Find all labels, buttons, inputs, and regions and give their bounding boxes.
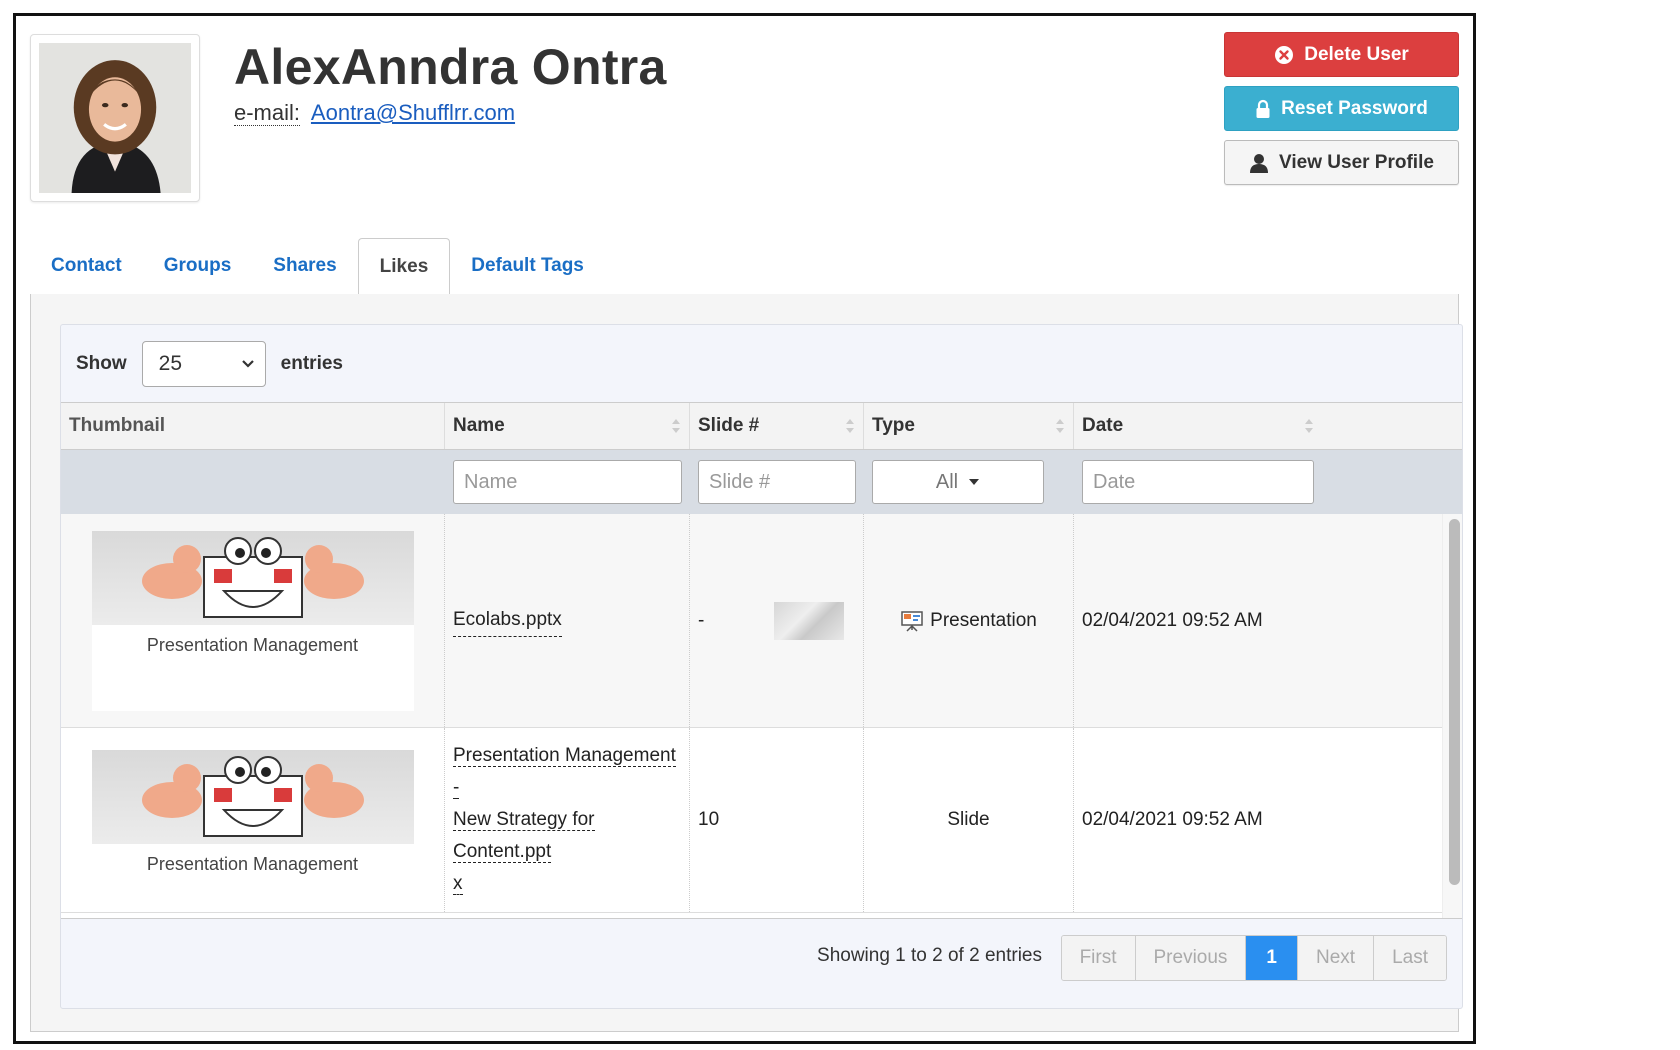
slide-preview-thumbnail[interactable] (774, 601, 845, 640)
column-header-name[interactable]: Name (445, 403, 690, 449)
profile-tabs: Contact Groups Shares Likes Default Tags (30, 238, 1459, 295)
column-header-thumbnail: Thumbnail (61, 403, 445, 449)
likes-table-wrapper: Show 25 entries Thumbnail Name Slide # T… (60, 324, 1463, 1009)
table-body: Presentation Management Ecolabs.pptx - P… (61, 514, 1462, 918)
sort-icon (1056, 419, 1064, 433)
table-header: Thumbnail Name Slide # Type Date (61, 402, 1462, 450)
column-header-label: Name (453, 415, 505, 436)
email-link[interactable]: Aontra@Shufflrr.com (311, 100, 515, 125)
type-cell: Slide (864, 728, 1074, 912)
filter-cell-slide: Slide # (690, 450, 864, 514)
file-name-line: Presentation Management - (453, 745, 676, 799)
tab-shares[interactable]: Shares (252, 237, 357, 294)
view-user-profile-label: View User Profile (1279, 151, 1434, 173)
tab-groups[interactable]: Groups (143, 237, 253, 294)
show-label: Show (76, 353, 127, 374)
vertical-scrollbar-track[interactable] (1442, 514, 1462, 918)
slide-cell: 10 (690, 728, 864, 912)
user-avatar (30, 34, 200, 202)
file-name-link[interactable]: Ecolabs.pptx (453, 604, 562, 637)
date-value: 02/04/2021 09:52 AM (1082, 609, 1263, 631)
page-size-select[interactable]: 25 (141, 341, 266, 387)
filter-cell-type: All (864, 450, 1074, 514)
reset-password-button[interactable]: Reset Password (1224, 86, 1459, 131)
caret-down-icon (969, 479, 980, 485)
name-cell: Presentation Management - New Strategy f… (445, 728, 690, 912)
mascot-image (141, 756, 364, 837)
thumbnail-image[interactable]: Presentation Management (91, 530, 414, 711)
delete-user-label: Delete User (1304, 43, 1409, 65)
page-length-control: Show 25 entries (76, 341, 343, 387)
file-name-line: x (453, 873, 463, 895)
entries-label: entries (280, 353, 343, 374)
user-detail-window: AlexAnndra Ontra e-mail: Aontra@Shufflrr… (13, 13, 1476, 1044)
mascot-image (141, 536, 364, 618)
slide-number: 10 (698, 809, 720, 830)
view-user-profile-button[interactable]: View User Profile (1224, 140, 1459, 185)
tab-likes[interactable]: Likes (357, 238, 451, 295)
type-filter-select[interactable]: All (872, 460, 1044, 504)
tab-default-tags[interactable]: Default Tags (450, 237, 605, 294)
avatar-photo (39, 43, 191, 193)
email-line: e-mail: Aontra@Shufflrr.com (234, 100, 515, 126)
page-previous-button[interactable]: Previous (1135, 936, 1247, 980)
thumbnail-image[interactable]: Presentation Management (91, 750, 414, 890)
user-icon (1250, 153, 1269, 173)
name-cell: Ecolabs.pptx (445, 514, 690, 727)
type-value: Slide (947, 809, 990, 830)
lock-icon (1256, 99, 1270, 118)
page-1-button[interactable]: 1 (1246, 936, 1298, 980)
table-row[interactable]: Presentation Management Presentation Man… (61, 728, 1462, 913)
filter-cell-thumbnail (61, 450, 445, 514)
slide-number: - (698, 609, 705, 631)
file-name-line: New Strategy for Content.ppt (453, 809, 595, 863)
page-size-value: 25 (158, 352, 183, 375)
filter-row: Name Slide # All Date (61, 450, 1462, 514)
type-cell: Presentation (864, 514, 1074, 727)
date-value: 02/04/2021 09:52 AM (1082, 809, 1263, 830)
thumbnail-caption: Presentation Management (146, 634, 359, 655)
column-header-label: Thumbnail (69, 415, 166, 436)
delete-user-button[interactable]: Delete User (1224, 32, 1459, 77)
page-next-button[interactable]: Next (1298, 936, 1375, 980)
page-first-button[interactable]: First (1061, 936, 1136, 980)
thumbnail-cell: Presentation Management (61, 728, 445, 912)
date-cell: 02/04/2021 09:52 AM (1074, 514, 1322, 727)
reset-password-label: Reset Password (1281, 97, 1428, 119)
vertical-scrollbar-thumb[interactable] (1449, 519, 1460, 885)
file-name-link[interactable]: Presentation Management - New Strategy f… (453, 740, 681, 900)
sort-icon (1305, 419, 1313, 433)
column-header-slide[interactable]: Slide # (690, 403, 864, 449)
chevron-down-icon (241, 360, 254, 368)
slide-filter-input[interactable]: Slide # (698, 460, 856, 504)
date-filter-input[interactable]: Date (1082, 460, 1314, 504)
table-info: Showing 1 to 2 of 2 entries (817, 945, 1042, 966)
filter-cell-name: Name (445, 450, 690, 514)
type-value: Presentation (930, 609, 1037, 631)
presentation-icon (901, 610, 923, 632)
filter-cell-date: Date (1074, 450, 1322, 514)
user-name-heading: AlexAnndra Ontra (234, 39, 667, 95)
likes-panel: Show 25 entries Thumbnail Name Slide # T… (30, 294, 1463, 1032)
page-last-button[interactable]: Last (1374, 936, 1446, 980)
name-filter-input[interactable]: Name (453, 460, 682, 504)
column-header-label: Slide # (698, 415, 760, 436)
date-cell: 02/04/2021 09:52 AM (1074, 728, 1322, 912)
column-header-date[interactable]: Date (1074, 403, 1322, 449)
sort-icon (672, 419, 680, 433)
pagination: First Previous 1 Next Last (1060, 935, 1447, 981)
table-row[interactable]: Presentation Management Ecolabs.pptx - P… (61, 514, 1462, 728)
tab-contact[interactable]: Contact (30, 237, 143, 294)
sort-icon (846, 419, 854, 433)
email-label: e-mail: (234, 100, 301, 126)
thumbnail-caption: Presentation Management (146, 854, 359, 874)
thumbnail-cell: Presentation Management (61, 514, 445, 727)
column-header-label: Type (872, 415, 915, 436)
close-circle-icon (1275, 45, 1294, 64)
table-footer-divider (61, 918, 1462, 919)
column-header-type[interactable]: Type (864, 403, 1074, 449)
slide-cell: - (690, 514, 864, 727)
type-filter-value: All (935, 470, 959, 493)
column-header-label: Date (1082, 415, 1124, 436)
